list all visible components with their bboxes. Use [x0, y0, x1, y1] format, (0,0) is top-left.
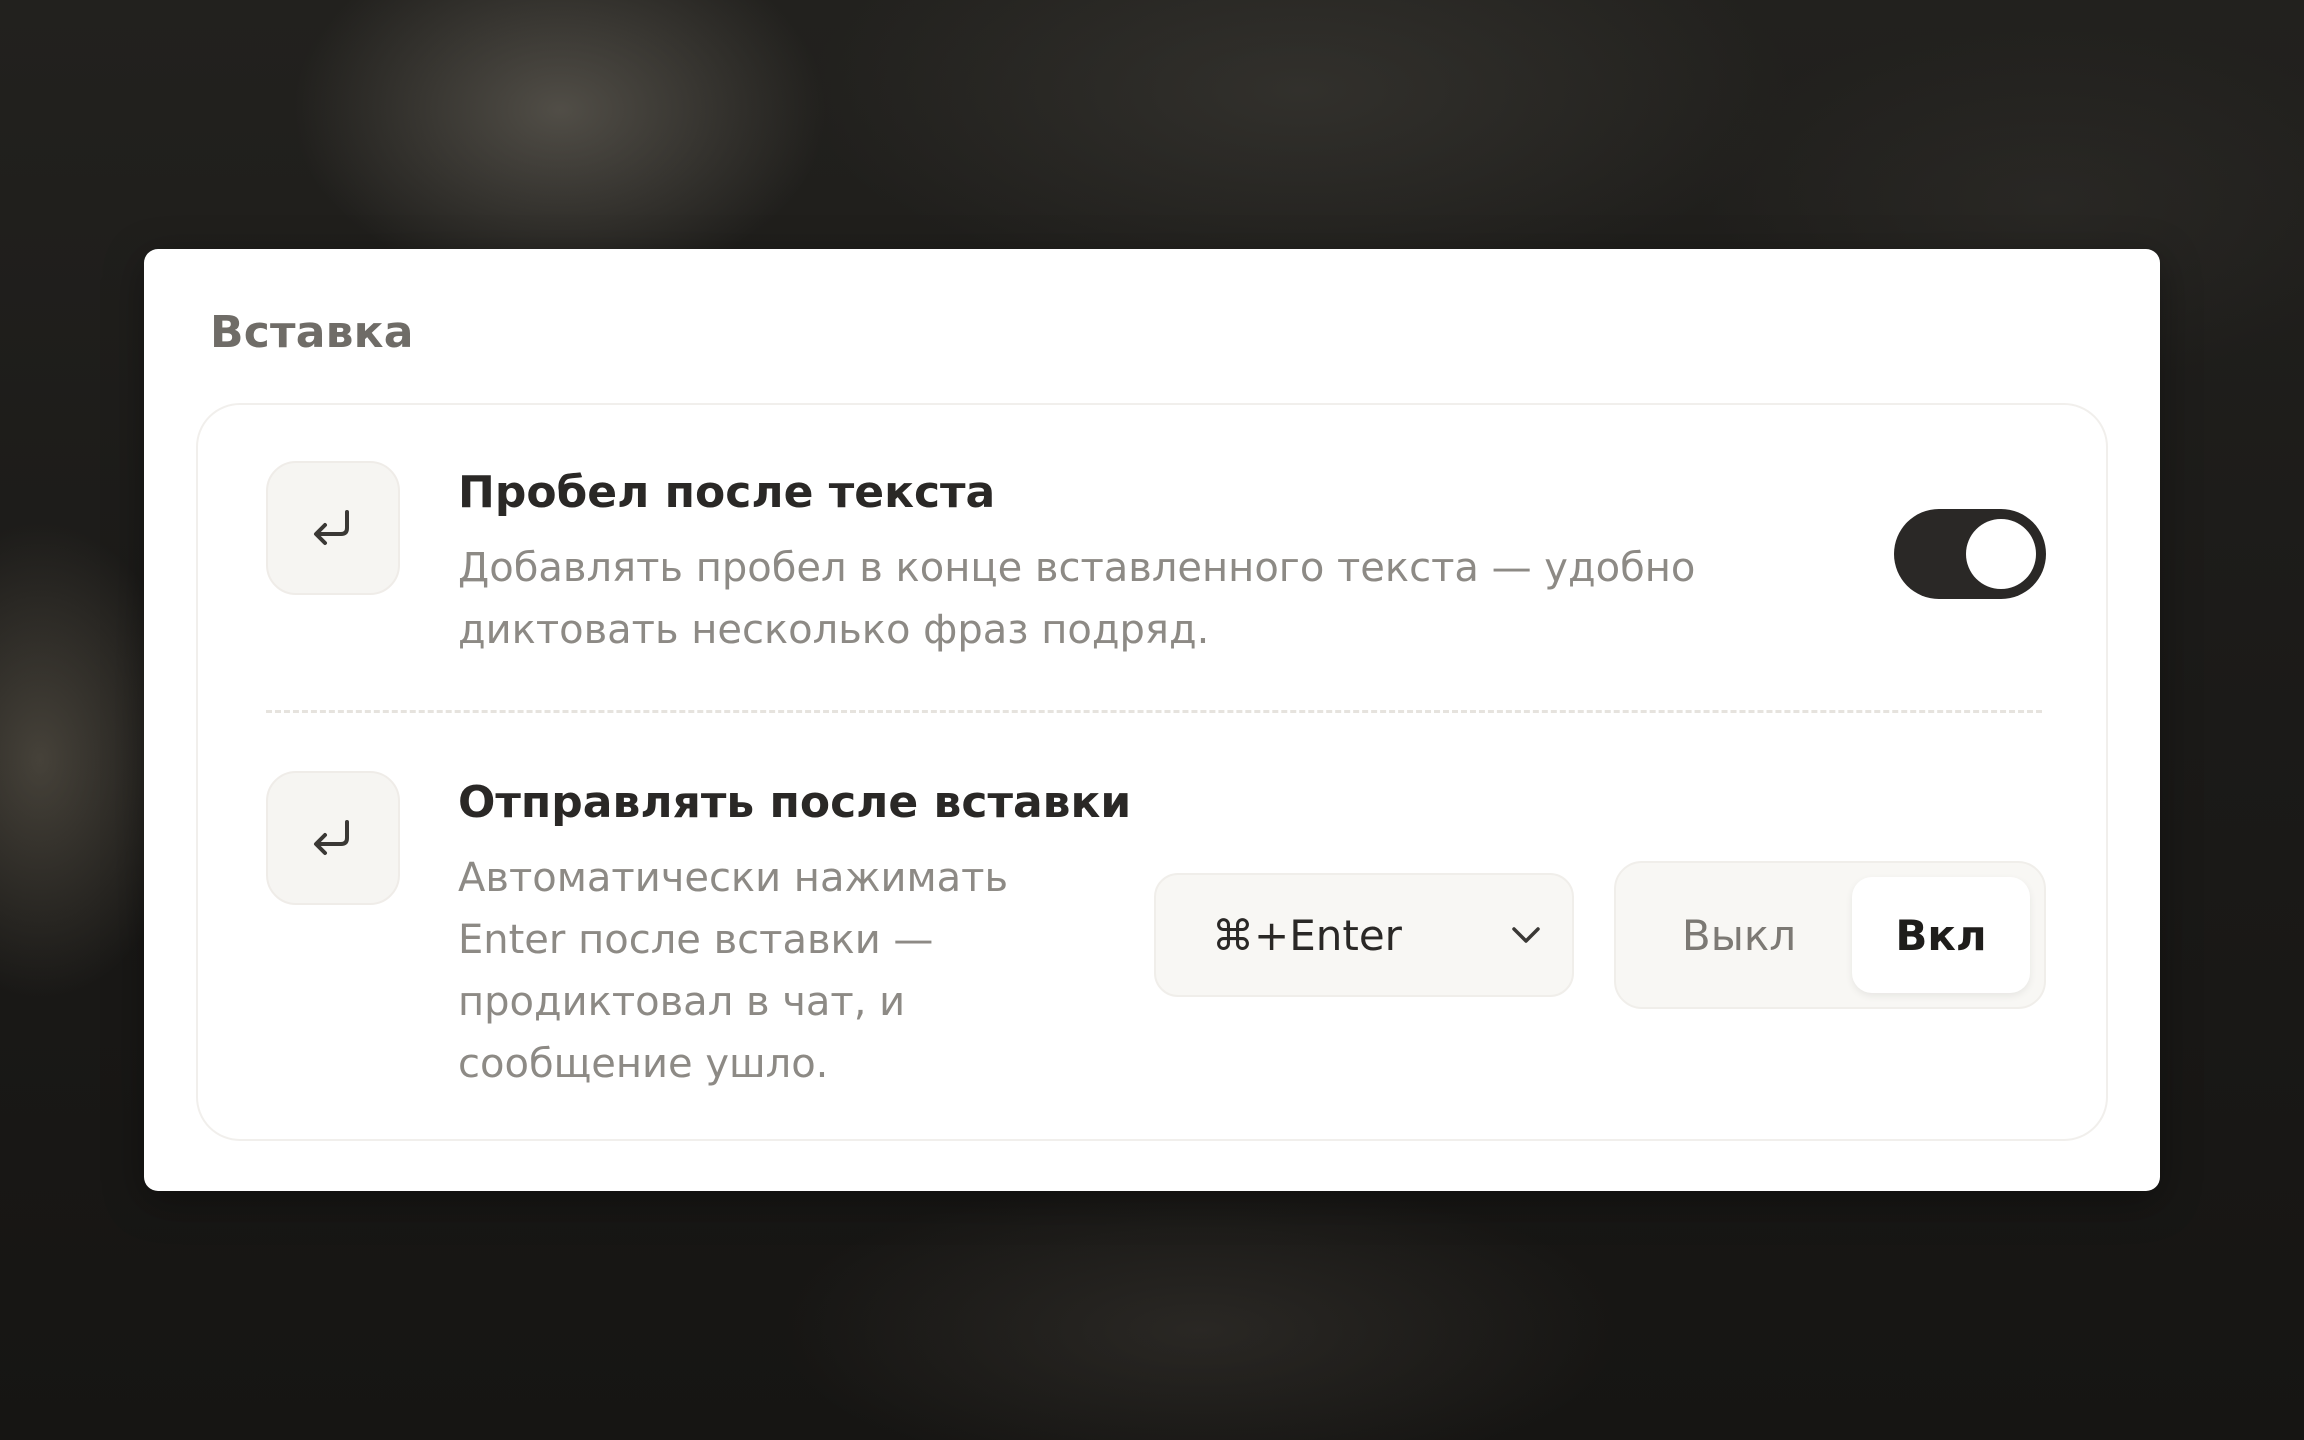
send-shortcut-value: ⌘+Enter — [1212, 911, 1402, 960]
section-title: Вставка — [210, 307, 414, 358]
return-arrow-glyph — [314, 510, 349, 545]
settings-card: Вставка Пробел после текста Добавлять пр… — [144, 249, 2160, 1191]
space-after-text-toggle[interactable] — [1894, 509, 2046, 599]
return-arrow-glyph — [314, 820, 349, 855]
setting-title-space-after-text: Пробел после текста — [458, 467, 996, 518]
send-after-paste-segmented-control: Выкл Вкл — [1614, 861, 2046, 1009]
row-divider — [266, 710, 2042, 713]
segment-off[interactable]: Выкл — [1630, 877, 1848, 993]
setting-description-send-after-paste: Автоматически нажимать Enter после встав… — [458, 855, 1009, 1087]
return-arrow-icon — [266, 771, 400, 905]
setting-title-send-after-paste: Отправлять после вставки — [458, 777, 1132, 828]
settings-panel: Пробел после текста Добавлять пробел в к… — [196, 403, 2108, 1141]
setting-description-space-after-text: Добавлять пробел в конце вставленного те… — [458, 545, 1696, 653]
chevron-down-icon — [1512, 927, 1540, 943]
toggle-knob — [1966, 519, 2036, 589]
return-arrow-icon — [266, 461, 400, 595]
segment-on[interactable]: Вкл — [1852, 877, 2030, 993]
send-shortcut-select[interactable]: ⌘+Enter — [1154, 873, 1574, 997]
